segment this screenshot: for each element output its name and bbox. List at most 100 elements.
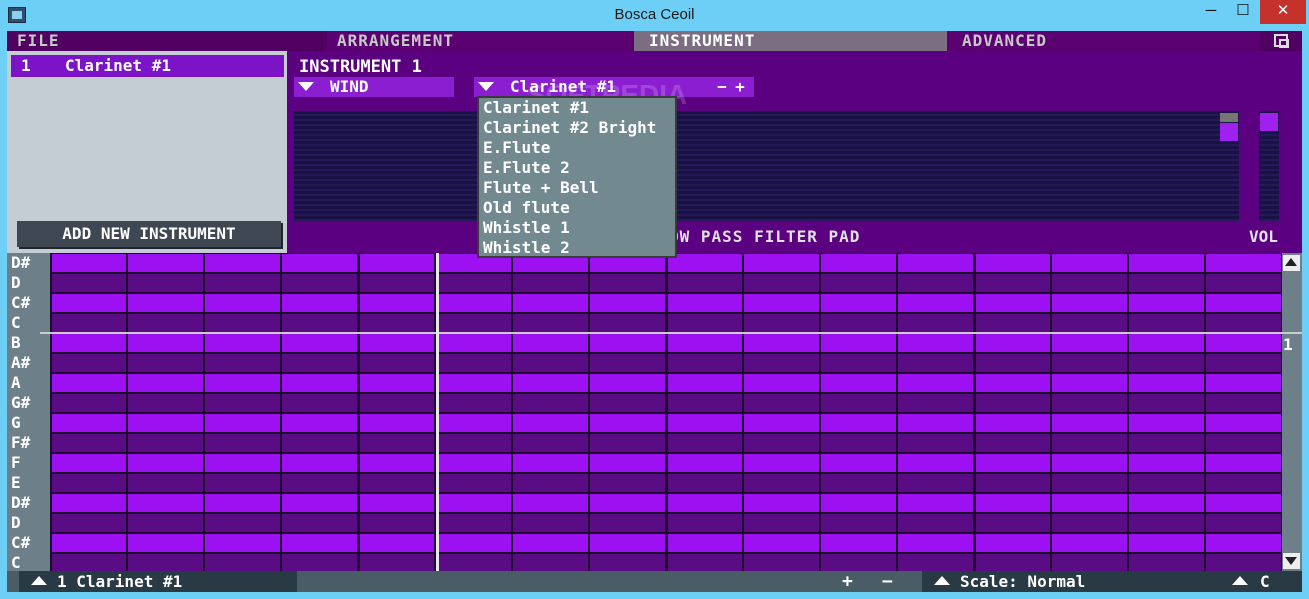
note-cell[interactable]: [52, 354, 126, 372]
note-cell[interactable]: [590, 414, 665, 432]
note-cell[interactable]: [668, 434, 742, 452]
note-cell[interactable]: [744, 334, 819, 352]
note-cell[interactable]: [1206, 474, 1281, 492]
note-cell[interactable]: [976, 414, 1050, 432]
note-cell[interactable]: [1129, 474, 1204, 492]
note-cell[interactable]: [52, 474, 126, 492]
note-cell[interactable]: [976, 514, 1050, 532]
note-cell[interactable]: [436, 314, 511, 332]
tab-instrument[interactable]: INSTRUMENT: [634, 31, 947, 51]
tab-arrangement[interactable]: ARRANGEMENT: [327, 31, 634, 51]
note-cell[interactable]: [668, 254, 742, 272]
dropdown-item[interactable]: Clarinet #1: [483, 98, 589, 118]
note-cell[interactable]: [128, 554, 203, 572]
note-cell[interactable]: [744, 414, 819, 432]
note-cell[interactable]: [821, 254, 896, 272]
note-cell[interactable]: [668, 554, 742, 572]
note-cell[interactable]: [205, 254, 280, 272]
note-cell[interactable]: [52, 254, 126, 272]
note-cell[interactable]: [668, 394, 742, 412]
note-cell[interactable]: [898, 274, 973, 292]
note-cell[interactable]: [205, 334, 280, 352]
note-cell[interactable]: [436, 354, 511, 372]
note-cell[interactable]: [360, 554, 434, 572]
tab-file[interactable]: FILE: [7, 31, 327, 51]
pattern-length-minus-button[interactable]: −: [882, 571, 893, 592]
note-cell[interactable]: [976, 474, 1050, 492]
note-cell[interactable]: [436, 474, 511, 492]
note-cell[interactable]: [590, 354, 665, 372]
note-cell[interactable]: [668, 314, 742, 332]
category-select[interactable]: WIND: [294, 77, 454, 97]
note-cell[interactable]: [744, 454, 819, 472]
pattern-length-plus-button[interactable]: +: [842, 571, 853, 592]
note-cell[interactable]: [1052, 354, 1127, 372]
note-cell[interactable]: [513, 394, 588, 412]
note-cell[interactable]: [52, 494, 126, 512]
note-cell[interactable]: [128, 414, 203, 432]
note-cell[interactable]: [898, 474, 973, 492]
note-cell[interactable]: [205, 274, 280, 292]
note-cell[interactable]: [513, 374, 588, 392]
note-cell[interactable]: [1206, 554, 1281, 572]
dropdown-item[interactable]: Clarinet #2 Bright: [483, 118, 656, 138]
note-cell[interactable]: [821, 334, 896, 352]
note-cell[interactable]: [821, 454, 896, 472]
note-cell[interactable]: [976, 534, 1050, 552]
note-cell[interactable]: [128, 514, 203, 532]
note-cell[interactable]: [821, 314, 896, 332]
note-cell[interactable]: [590, 374, 665, 392]
note-cell[interactable]: [590, 534, 665, 552]
note-cell[interactable]: [898, 454, 973, 472]
note-cell[interactable]: [205, 354, 280, 372]
note-cell[interactable]: [360, 394, 434, 412]
note-cell[interactable]: [52, 454, 126, 472]
note-cell[interactable]: [1206, 454, 1281, 472]
dropdown-item[interactable]: Whistle 2: [483, 238, 570, 258]
octave-down-button[interactable]: [1283, 553, 1300, 569]
note-cell[interactable]: [668, 454, 742, 472]
note-cell[interactable]: [821, 534, 896, 552]
note-cell[interactable]: [282, 554, 357, 572]
note-cell[interactable]: [898, 374, 973, 392]
note-cell[interactable]: [1206, 314, 1281, 332]
note-cell[interactable]: [1206, 374, 1281, 392]
note-cell[interactable]: [668, 534, 742, 552]
note-cell[interactable]: [360, 334, 434, 352]
note-cell[interactable]: [1129, 494, 1204, 512]
note-cell[interactable]: [821, 294, 896, 312]
note-cell[interactable]: [360, 294, 434, 312]
note-cell[interactable]: [821, 374, 896, 392]
note-cell[interactable]: [360, 514, 434, 532]
note-cell[interactable]: [976, 494, 1050, 512]
note-cell[interactable]: [1052, 434, 1127, 452]
note-cell[interactable]: [436, 294, 511, 312]
dropdown-item[interactable]: E.Flute: [483, 138, 550, 158]
note-cell[interactable]: [128, 254, 203, 272]
note-cell[interactable]: [1052, 334, 1127, 352]
note-cell[interactable]: [282, 494, 357, 512]
note-cell[interactable]: [1052, 294, 1127, 312]
note-cell[interactable]: [821, 554, 896, 572]
note-cell[interactable]: [590, 494, 665, 512]
note-cell[interactable]: [282, 354, 357, 372]
note-cell[interactable]: [128, 494, 203, 512]
note-cell[interactable]: [1052, 474, 1127, 492]
note-cell[interactable]: [590, 334, 665, 352]
note-cell[interactable]: [590, 514, 665, 532]
note-cell[interactable]: [360, 374, 434, 392]
pattern-instrument-select[interactable]: 1 Clarinet #1: [19, 571, 297, 592]
note-cell[interactable]: [1052, 454, 1127, 472]
note-cell[interactable]: [1206, 434, 1281, 452]
note-cell[interactable]: [590, 554, 665, 572]
note-cell[interactable]: [590, 394, 665, 412]
note-cell[interactable]: [513, 514, 588, 532]
note-cell[interactable]: [360, 454, 434, 472]
note-cell[interactable]: [898, 534, 973, 552]
note-cell[interactable]: [590, 314, 665, 332]
note-cell[interactable]: [976, 314, 1050, 332]
note-cell[interactable]: [436, 534, 511, 552]
note-cell[interactable]: [436, 334, 511, 352]
note-cell[interactable]: [128, 434, 203, 452]
note-cell[interactable]: [821, 354, 896, 372]
